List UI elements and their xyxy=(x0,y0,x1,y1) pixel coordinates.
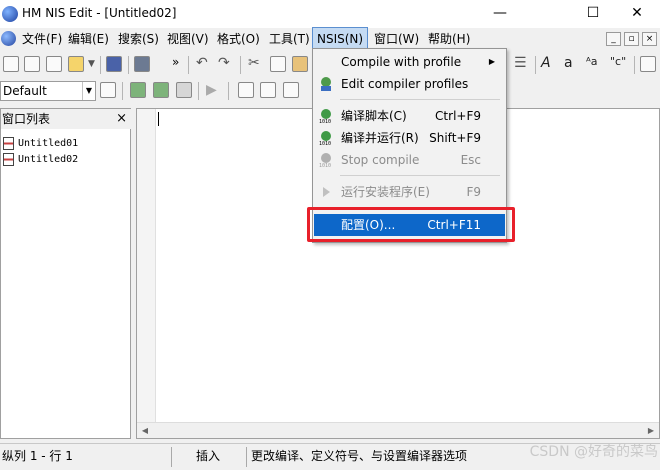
toolbar-separator xyxy=(634,56,635,74)
toolbar-overflow-icon[interactable]: » xyxy=(172,55,179,69)
menu-file[interactable]: 文件(F) xyxy=(18,28,66,50)
menu-help[interactable]: 帮助(H) xyxy=(424,28,474,50)
app-icon xyxy=(2,6,18,22)
menu-separator xyxy=(340,99,500,100)
menu-bar: 文件(F) 编辑(E) 搜索(S) 视图(V) 格式(O) 工具(T) NSIS… xyxy=(0,27,660,51)
run-installer-toolbar-icon[interactable]: ▶ xyxy=(206,82,217,98)
compile-icon: 1010 xyxy=(318,108,334,125)
cursor-position: 纵列 1 - 行 1 xyxy=(2,449,73,463)
mdi-minimize-button[interactable]: _ xyxy=(606,32,621,46)
style-tool-icon[interactable] xyxy=(100,82,116,98)
svg-text:1010: 1010 xyxy=(319,119,331,124)
menu-view[interactable]: 视图(V) xyxy=(163,28,213,50)
menu-window[interactable]: 窗口(W) xyxy=(370,28,423,50)
toolbar-separator xyxy=(122,82,123,100)
document-list-panel: 窗口列表 × Untitled01 Untitled02 xyxy=(0,108,132,439)
toolbar-separator xyxy=(228,82,229,100)
tile-horizontal-icon[interactable] xyxy=(238,82,254,98)
panel-close-button[interactable]: × xyxy=(116,109,127,129)
menu-search[interactable]: 搜索(S) xyxy=(114,28,163,50)
document-name: Untitled02 xyxy=(18,154,79,165)
save-icon[interactable] xyxy=(106,56,122,72)
menu-separator xyxy=(340,175,500,176)
compile-run-icon: 1010 xyxy=(318,130,334,147)
document-item[interactable]: Untitled01 xyxy=(3,136,78,152)
status-separator xyxy=(171,447,172,467)
toolbar-separator xyxy=(535,56,536,74)
tile-vertical-icon[interactable] xyxy=(283,82,299,98)
mdi-close-button[interactable]: × xyxy=(642,32,657,46)
editor-gutter xyxy=(137,109,156,422)
highlight-callout-box xyxy=(307,207,515,242)
document-list-title: 窗口列表 xyxy=(2,112,51,126)
open-dropdown-icon[interactable]: ▼ xyxy=(88,59,95,69)
toolbar-separator xyxy=(100,56,101,74)
undo-icon[interactable]: ↶ xyxy=(196,55,208,71)
quote-string-icon[interactable]: "c" xyxy=(610,55,626,68)
document-item[interactable]: Untitled02 xyxy=(3,152,78,168)
align-icon[interactable]: ☰ xyxy=(514,55,527,71)
style-combo[interactable]: Default ▼ xyxy=(0,81,96,101)
insert-mode-indicator: 插入 xyxy=(196,449,221,463)
scroll-left-icon[interactable]: ◀ xyxy=(137,423,153,439)
chevron-down-icon[interactable]: ▼ xyxy=(82,82,95,100)
compile-run-toolbar-icon[interactable] xyxy=(153,82,169,98)
menu-item-compile-and-run[interactable]: 1010 编译并运行(R) Shift+F9 xyxy=(314,127,505,149)
profile-icon xyxy=(318,76,334,92)
menu-item-compile-script[interactable]: 1010 编译脚本(C) Ctrl+F9 xyxy=(314,105,505,127)
toolbar-separator xyxy=(198,82,199,100)
toolbar-separator xyxy=(188,56,189,74)
text-caret xyxy=(158,112,159,126)
wizard-icon[interactable] xyxy=(24,56,40,72)
menu-format[interactable]: 格式(O) xyxy=(213,28,264,50)
horizontal-scrollbar[interactable]: ◀ ▶ xyxy=(137,422,659,438)
clip-icon[interactable] xyxy=(640,56,656,72)
toolbar-separator xyxy=(240,56,241,74)
watermark: CSDN @好奇的菜鸟 xyxy=(529,444,658,460)
toolbar-separator xyxy=(128,56,129,74)
svg-text:1010: 1010 xyxy=(319,141,331,146)
open-folder-icon[interactable] xyxy=(68,56,84,72)
maximize-button[interactable]: ☐ xyxy=(570,0,616,28)
document-list-title-bar: 窗口列表 × xyxy=(1,109,132,129)
submenu-arrow-icon: ▶ xyxy=(488,57,495,66)
new-file-icon[interactable] xyxy=(3,56,19,72)
redo-icon[interactable]: ↷ xyxy=(218,55,230,71)
compile-toolbar-icon[interactable] xyxy=(130,82,146,98)
style-combo-value: Default xyxy=(3,84,47,98)
tile-stacked-icon[interactable] xyxy=(260,82,276,98)
template-icon[interactable] xyxy=(46,56,62,72)
save-all-icon[interactable] xyxy=(134,56,150,72)
menu-nsis[interactable]: NSIS(N) xyxy=(311,27,369,51)
nsis-document-icon xyxy=(3,152,14,166)
menu-item-compile-with-profile[interactable]: Compile with profile ▶ xyxy=(314,51,505,73)
svg-text:1010: 1010 xyxy=(319,163,331,168)
title-bar: HM NIS Edit - [Untitled02] — ☐ ✕ xyxy=(0,0,660,28)
status-separator xyxy=(246,447,247,467)
menu-item-stop-compile[interactable]: 1010 Stop compile Esc xyxy=(314,149,505,171)
menu-tools[interactable]: 工具(T) xyxy=(265,28,314,50)
font-italic-icon[interactable]: A xyxy=(541,55,551,71)
document-system-menu-icon[interactable] xyxy=(1,31,16,46)
window-title: HM NIS Edit - [Untitled02] xyxy=(22,6,177,20)
stop-compile-toolbar-icon[interactable] xyxy=(176,82,192,98)
copy-icon[interactable] xyxy=(270,56,286,72)
run-arrow-icon xyxy=(318,184,334,200)
menu-item-edit-compiler-profiles[interactable]: Edit compiler profiles xyxy=(314,73,505,95)
font-lowercase-icon[interactable]: a xyxy=(564,55,573,71)
format-toolbar: Default ▼ ▶ xyxy=(0,79,320,103)
nsis-document-icon xyxy=(3,136,14,150)
minimize-button[interactable]: — xyxy=(477,0,523,28)
paste-icon[interactable] xyxy=(292,56,308,72)
font-case-icon[interactable]: ᴬa xyxy=(586,55,597,68)
menu-item-run-installer[interactable]: 运行安装程序(E) F9 xyxy=(314,181,505,203)
document-name: Untitled01 xyxy=(18,138,79,149)
cut-icon[interactable]: ✂ xyxy=(248,55,260,71)
close-button[interactable]: ✕ xyxy=(614,0,660,28)
menu-edit[interactable]: 编辑(E) xyxy=(64,28,113,50)
stop-compile-icon: 1010 xyxy=(318,152,334,169)
status-hint: 更改编译、定义符号、与设置编译器选项 xyxy=(251,449,468,463)
mdi-restore-button[interactable]: ▫ xyxy=(624,32,639,46)
